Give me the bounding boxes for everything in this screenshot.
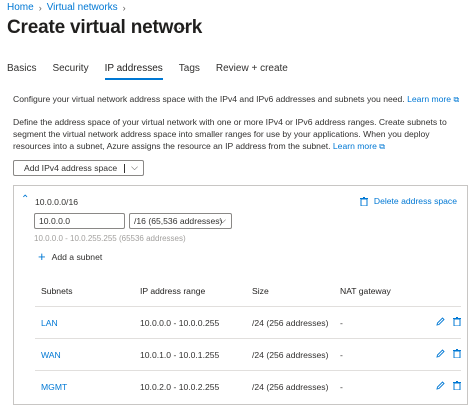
intro-body: Configure your virtual network address s…	[13, 94, 405, 104]
edit-icon[interactable]	[436, 349, 445, 360]
subnet-size: /24 (256 addresses)	[252, 317, 329, 328]
tab-basics[interactable]: Basics	[7, 63, 36, 80]
table-row: LAN 10.0.0.0 - 10.0.0.255 /24 (256 addre…	[35, 307, 461, 339]
address-range-hint: 10.0.0.0 - 10.0.255.255 (65536 addresses…	[34, 234, 186, 243]
add-subnet-label: Add a subnet	[51, 252, 103, 262]
header-nat-gateway: NAT gateway	[340, 286, 391, 296]
add-space-label: Add IPv4 address space	[24, 163, 118, 173]
edit-icon[interactable]	[436, 317, 445, 328]
subnet-name-link[interactable]: LAN	[35, 318, 140, 328]
row-actions	[428, 381, 461, 392]
subnet-nat: -	[340, 317, 343, 328]
external-link-icon: ⧉	[379, 142, 385, 151]
intro-text: Configure your virtual network address s…	[13, 93, 463, 106]
more-options-icon[interactable]: ···	[172, 20, 188, 35]
trash-icon[interactable]	[453, 317, 461, 328]
subnet-table: Subnets IP address range Size NAT gatewa…	[35, 276, 461, 403]
subnet-range: 10.0.0.0 - 10.0.0.255	[140, 317, 220, 328]
subnet-range: 10.0.1.0 - 10.0.1.255	[140, 349, 220, 360]
trash-icon[interactable]	[453, 349, 461, 360]
chevron-down-icon: ⌵	[219, 215, 226, 225]
breadcrumb-virtual-networks[interactable]: Virtual networks	[47, 2, 118, 13]
learn-more-link[interactable]: Learn more	[407, 94, 451, 104]
learn-more-link[interactable]: Learn more	[333, 141, 377, 151]
table-row: MGMT 10.0.2.0 - 10.0.2.255 /24 (256 addr…	[35, 371, 461, 403]
delete-address-space-button[interactable]: Delete address space	[359, 196, 457, 206]
tab-tags[interactable]: Tags	[179, 63, 200, 80]
tab-ip-addresses[interactable]: IP addresses	[104, 63, 163, 80]
address-space-panel: ⌃ 10.0.0.0/16 Delete address space 10.0.…	[13, 185, 468, 405]
breadcrumb-separator-icon: ›	[122, 2, 126, 13]
breadcrumb-separator-icon: ›	[38, 2, 42, 13]
define-text: Define the address space of your virtual…	[13, 116, 468, 153]
breadcrumb-home[interactable]: Home	[7, 2, 34, 13]
ip-address-input[interactable]: 10.0.0.0	[34, 213, 125, 229]
tab-security[interactable]: Security	[52, 63, 88, 80]
trash-icon[interactable]	[453, 381, 461, 392]
prefix-size-select[interactable]: /16 (65,536 addresses) ⌵	[129, 213, 232, 229]
trash-icon	[359, 196, 368, 206]
external-link-icon: ⧉	[453, 95, 460, 104]
subnet-size: /24 (256 addresses)	[252, 382, 329, 392]
tab-review-create[interactable]: Review + create	[216, 63, 288, 80]
subnet-nat: -	[340, 349, 343, 360]
tab-bar: Basics Security IP addresses Tags Review…	[7, 63, 304, 80]
table-row: WAN 10.0.1.0 - 10.0.1.255 /24 (256 addre…	[35, 339, 461, 371]
header-subnets: Subnets	[41, 286, 73, 296]
row-actions	[428, 317, 461, 328]
table-header: Subnets IP address range Size NAT gatewa…	[35, 276, 461, 307]
address-space-label: 10.0.0.0/16	[35, 197, 79, 207]
chevron-down-icon[interactable]: ⌵	[131, 162, 138, 173]
chevron-up-icon[interactable]: ⌃	[21, 194, 29, 205]
delete-address-space-label: Delete address space	[373, 196, 457, 206]
header-ip-range: IP address range	[140, 286, 206, 296]
add-ipv4-address-space-button[interactable]: Add IPv4 address space ⌵	[13, 160, 144, 176]
subnet-name-link[interactable]: WAN	[35, 350, 140, 360]
subnet-nat: -	[340, 382, 343, 392]
edit-icon[interactable]	[436, 381, 445, 392]
subnet-range: 10.0.2.0 - 10.0.2.255	[140, 382, 220, 392]
row-actions	[428, 349, 461, 360]
split-divider	[124, 164, 125, 173]
plus-icon: +	[38, 249, 46, 264]
header-size: Size	[252, 286, 269, 296]
breadcrumb: Home › Virtual networks ›	[7, 2, 131, 13]
subnet-size: /24 (256 addresses)	[252, 349, 329, 360]
add-subnet-button[interactable]: + Add a subnet	[38, 249, 103, 264]
subnet-name-link[interactable]: MGMT	[35, 382, 140, 392]
prefix-size-value: /16 (65,536 addresses)	[134, 216, 223, 226]
